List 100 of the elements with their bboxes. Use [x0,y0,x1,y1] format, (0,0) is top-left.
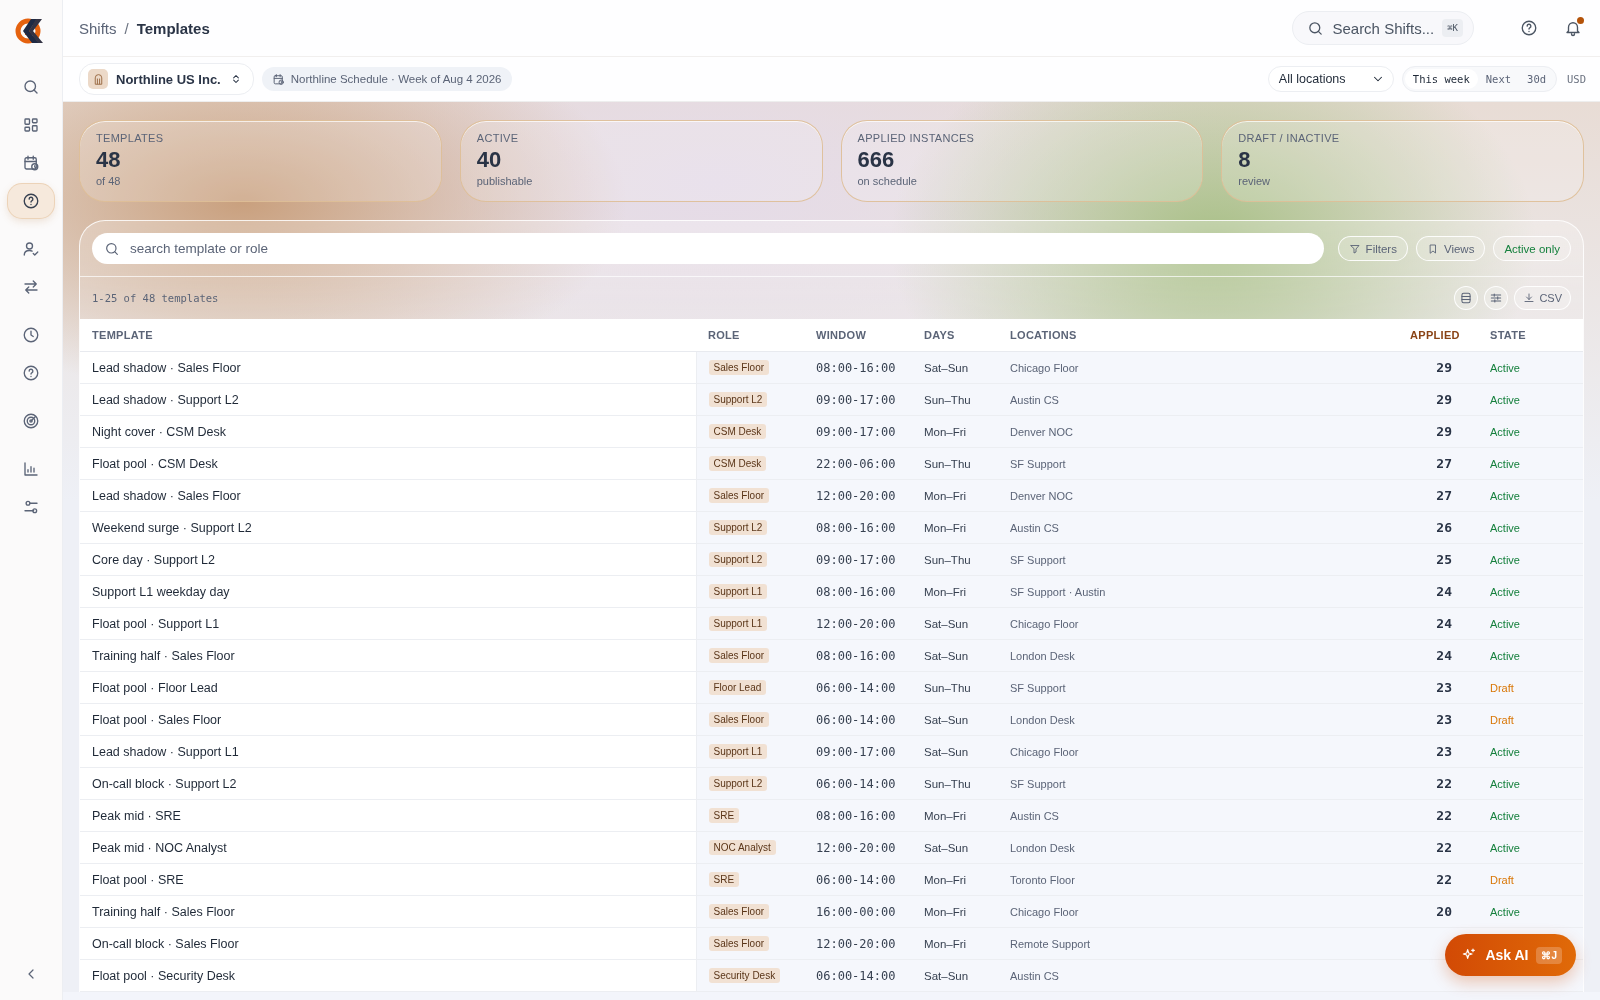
days-cell: Sun–Thu [912,671,998,704]
days-cell: Mon–Fri [912,415,998,448]
time-window-cell: 12:00-20:00 [804,479,912,512]
location-cell: SF Support [998,447,1398,480]
role-tag: Sales Floor [708,360,770,375]
stat-label: TEMPLATES [96,132,165,144]
template-cell: Lead shadow · Sales Floor [80,351,696,384]
range-tab[interactable]: 30d [1519,69,1555,89]
template-cell: Float pool · Sales Floor [80,703,696,736]
days-cell: Mon–Fri [912,575,998,608]
template-cell: Float pool · Floor Lead [80,671,696,704]
location-select[interactable]: All locations [1267,66,1394,92]
applied-count: 27 [1398,447,1478,480]
global-search-field[interactable]: Search Shifts... ⌘K [1292,11,1474,45]
location-cell: Chicago Floor [998,735,1398,768]
location-cell: Remote Support [998,927,1398,960]
template-cell: Lead shadow · Support L1 [80,735,696,768]
days-cell: Sat–Sun [912,639,998,672]
search-icon [104,240,120,257]
views-button[interactable]: Views [1415,236,1486,261]
days-cell: Sat–Sun [912,831,998,864]
column-header[interactable]: ROLE [696,319,804,352]
help-icon [22,192,40,210]
state-label: Active [1490,617,1520,630]
time-window-cell: 09:00-17:00 [804,543,912,576]
notifications-button[interactable] [1564,19,1582,37]
time-window-cell: 09:00-17:00 [804,383,912,416]
applied-count: 24 [1398,575,1478,608]
state-label: Draft [1490,713,1514,726]
template-cell: Lead shadow · Sales Floor [80,479,696,512]
location-cell: Chicago Floor [998,607,1398,640]
csv-export-button[interactable]: CSV [1514,286,1571,310]
applied-count: 22 [1398,863,1478,896]
applied-count: 29 [1398,351,1478,384]
state-label: Active [1490,841,1520,854]
column-header[interactable]: DAYS [912,319,998,352]
template-cell: Peak mid · SRE [80,799,696,832]
notification-dot [1577,17,1584,24]
location-cell: London Desk [998,703,1398,736]
applied-count: 27 [1398,479,1478,512]
time-window-cell: 09:00-17:00 [804,415,912,448]
column-header[interactable]: WINDOW [804,319,912,352]
location-cell: Denver NOC [998,415,1398,448]
column-header[interactable]: TEMPLATE [80,319,696,352]
column-header[interactable]: APPLIED [1398,319,1478,352]
help-button[interactable] [1520,19,1538,37]
days-cell: Mon–Fri [912,895,998,928]
calendar-clock-icon [271,72,285,86]
state-label: Active [1490,809,1520,822]
state-label: Active [1490,553,1520,566]
role-tag: SRE [708,872,740,887]
applied-count: 23 [1398,703,1478,736]
location-cell: SF Support [998,767,1398,800]
applied-count: 23 [1398,735,1478,768]
location-cell: SF Support [998,671,1398,704]
state-label: Active [1490,649,1520,662]
role-tag: CSM Desk [708,424,767,439]
density-button[interactable] [1454,286,1479,310]
applied-count: 29 [1398,383,1478,416]
days-cell: Sat–Sun [912,351,998,384]
time-window-cell: 08:00-16:00 [804,575,912,608]
range-tab[interactable]: This week [1404,69,1478,89]
state-label: Draft [1490,873,1514,886]
template-cell: Float pool · CSM Desk [80,447,696,480]
applied-count: 22 [1398,831,1478,864]
stat-value: 48 [96,147,122,173]
days-cell: Mon–Fri [912,799,998,832]
days-cell: Sun–Thu [912,447,998,480]
range-tab[interactable]: Next [1477,69,1520,89]
sidebar-item[interactable] [8,184,54,218]
role-tag: Support L2 [708,776,768,791]
applied-count: 22 [1398,767,1478,800]
state-label: Active [1490,905,1520,918]
schedule-chip[interactable]: Northline Schedule · Week of Aug 4 2026 [261,67,512,91]
role-tag: Support L2 [708,392,768,407]
org-switcher[interactable]: Northline US Inc. [79,63,254,95]
search-field[interactable]: search template or role [92,233,1324,264]
grid-icon [22,116,40,134]
days-cell: Sat–Sun [912,607,998,640]
location-cell: London Desk [998,639,1398,672]
column-header[interactable]: LOCATIONS [998,319,1398,352]
column-header[interactable]: STATE [1478,319,1583,352]
applied-count: 23 [1398,671,1478,704]
active-only-toggle[interactable]: Active only [1493,236,1571,261]
breadcrumb-link[interactable]: Shifts [79,19,117,37]
result-count: 1-25 of 48 templates [92,292,220,304]
days-cell: Mon–Fri [912,479,998,512]
ask-ai-button[interactable]: Ask AI ⌘J [1445,934,1576,976]
state-label: Draft [1490,681,1514,694]
stat-note: on schedule [857,175,918,187]
days-cell: Sat–Sun [912,703,998,736]
template-cell: Float pool · Support L1 [80,607,696,640]
rows-icon [1459,291,1474,305]
template-cell: Float pool · Security Desk [80,959,696,992]
applied-count: 24 [1398,607,1478,640]
sliders-icon [22,498,40,516]
filters-button[interactable]: Filters [1337,236,1408,261]
template-cell: Peak mid · NOC Analyst [80,831,696,864]
days-cell: Mon–Fri [912,511,998,544]
applied-count: 25 [1398,543,1478,576]
